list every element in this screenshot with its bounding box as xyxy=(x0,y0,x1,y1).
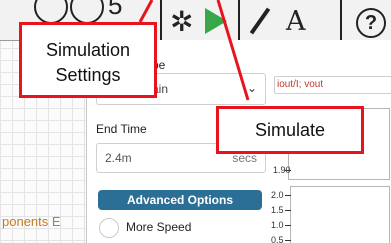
callout-line-2: Settings xyxy=(55,65,121,85)
arrow-to-settings xyxy=(138,0,154,23)
callout-line-1: Simulation xyxy=(45,40,131,60)
app-stage: ponents E 5 ✲ A ? pe ain ⌄ End Time 2.4m… xyxy=(0,0,391,243)
simulation-settings-callout: Simulation Settings xyxy=(19,22,157,98)
arrow-to-simulate xyxy=(216,0,250,101)
simulate-callout: Simulate xyxy=(216,106,364,154)
